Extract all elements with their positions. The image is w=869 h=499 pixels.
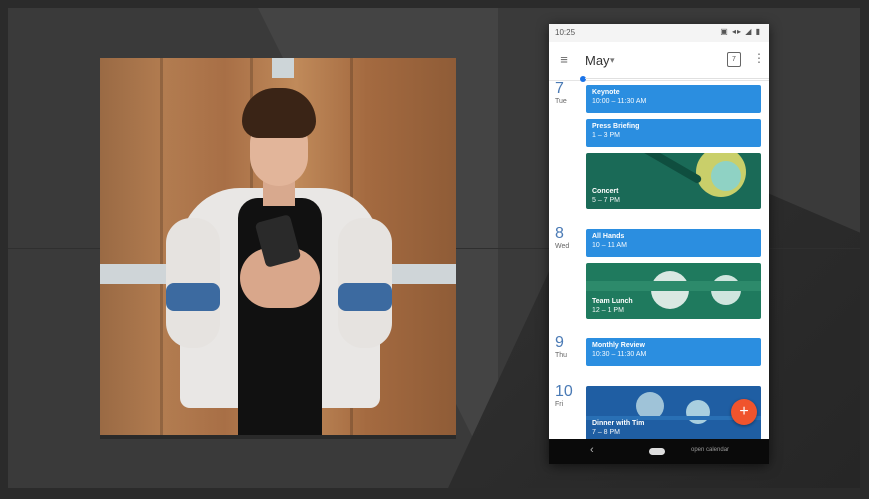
calendar-app-screen: 10:25 ▣ ◂▸ ◢ ▮ ≡ May ▾ 7 ⋮ 7 Tue Keynote… [549, 24, 769, 439]
event-press-briefing[interactable]: Press Briefing 1 – 3 PM [586, 119, 761, 147]
more-options-icon[interactable]: ⋮ [753, 51, 765, 65]
day-label-9: 9 Thu [555, 334, 568, 360]
nav-label: open calendar [691, 447, 730, 453]
add-event-button[interactable]: + [731, 399, 757, 425]
month-title[interactable]: May [585, 53, 610, 68]
event-team-lunch[interactable]: Team Lunch 12 – 1 PM [586, 263, 761, 319]
back-icon[interactable]: ‹ [590, 444, 594, 456]
day-label-10: 10 Fri [555, 383, 573, 409]
event-all-hands[interactable]: All Hands 10 – 11 AM [586, 229, 761, 257]
event-monthly-review[interactable]: Monthly Review 10:30 – 11:30 AM [586, 338, 761, 366]
day-label-7: 7 Tue [555, 80, 567, 106]
video-stage: 10:25 ▣ ◂▸ ◢ ▮ ≡ May ▾ 7 ⋮ 7 Tue Keynote… [0, 0, 869, 499]
calendar-today-icon[interactable]: 7 [727, 52, 741, 67]
status-bar: 10:25 ▣ ◂▸ ◢ ▮ [549, 24, 769, 42]
chevron-down-icon[interactable]: ▾ [610, 55, 615, 66]
menu-icon[interactable]: ≡ [557, 53, 571, 67]
status-icons: ▣ ◂▸ ◢ ▮ [720, 27, 761, 36]
presenter [160, 88, 400, 439]
android-nav-bar: ‹ open calendar [549, 439, 769, 464]
current-time-line [585, 78, 769, 79]
status-time: 10:25 [555, 28, 576, 37]
presenter-video [100, 58, 456, 439]
home-pill-icon[interactable] [649, 448, 665, 455]
day-label-8: 8 Wed [555, 225, 570, 251]
event-keynote[interactable]: Keynote 10:00 – 11:30 AM [586, 85, 761, 113]
event-concert[interactable]: Concert 5 – 7 PM [586, 153, 761, 209]
